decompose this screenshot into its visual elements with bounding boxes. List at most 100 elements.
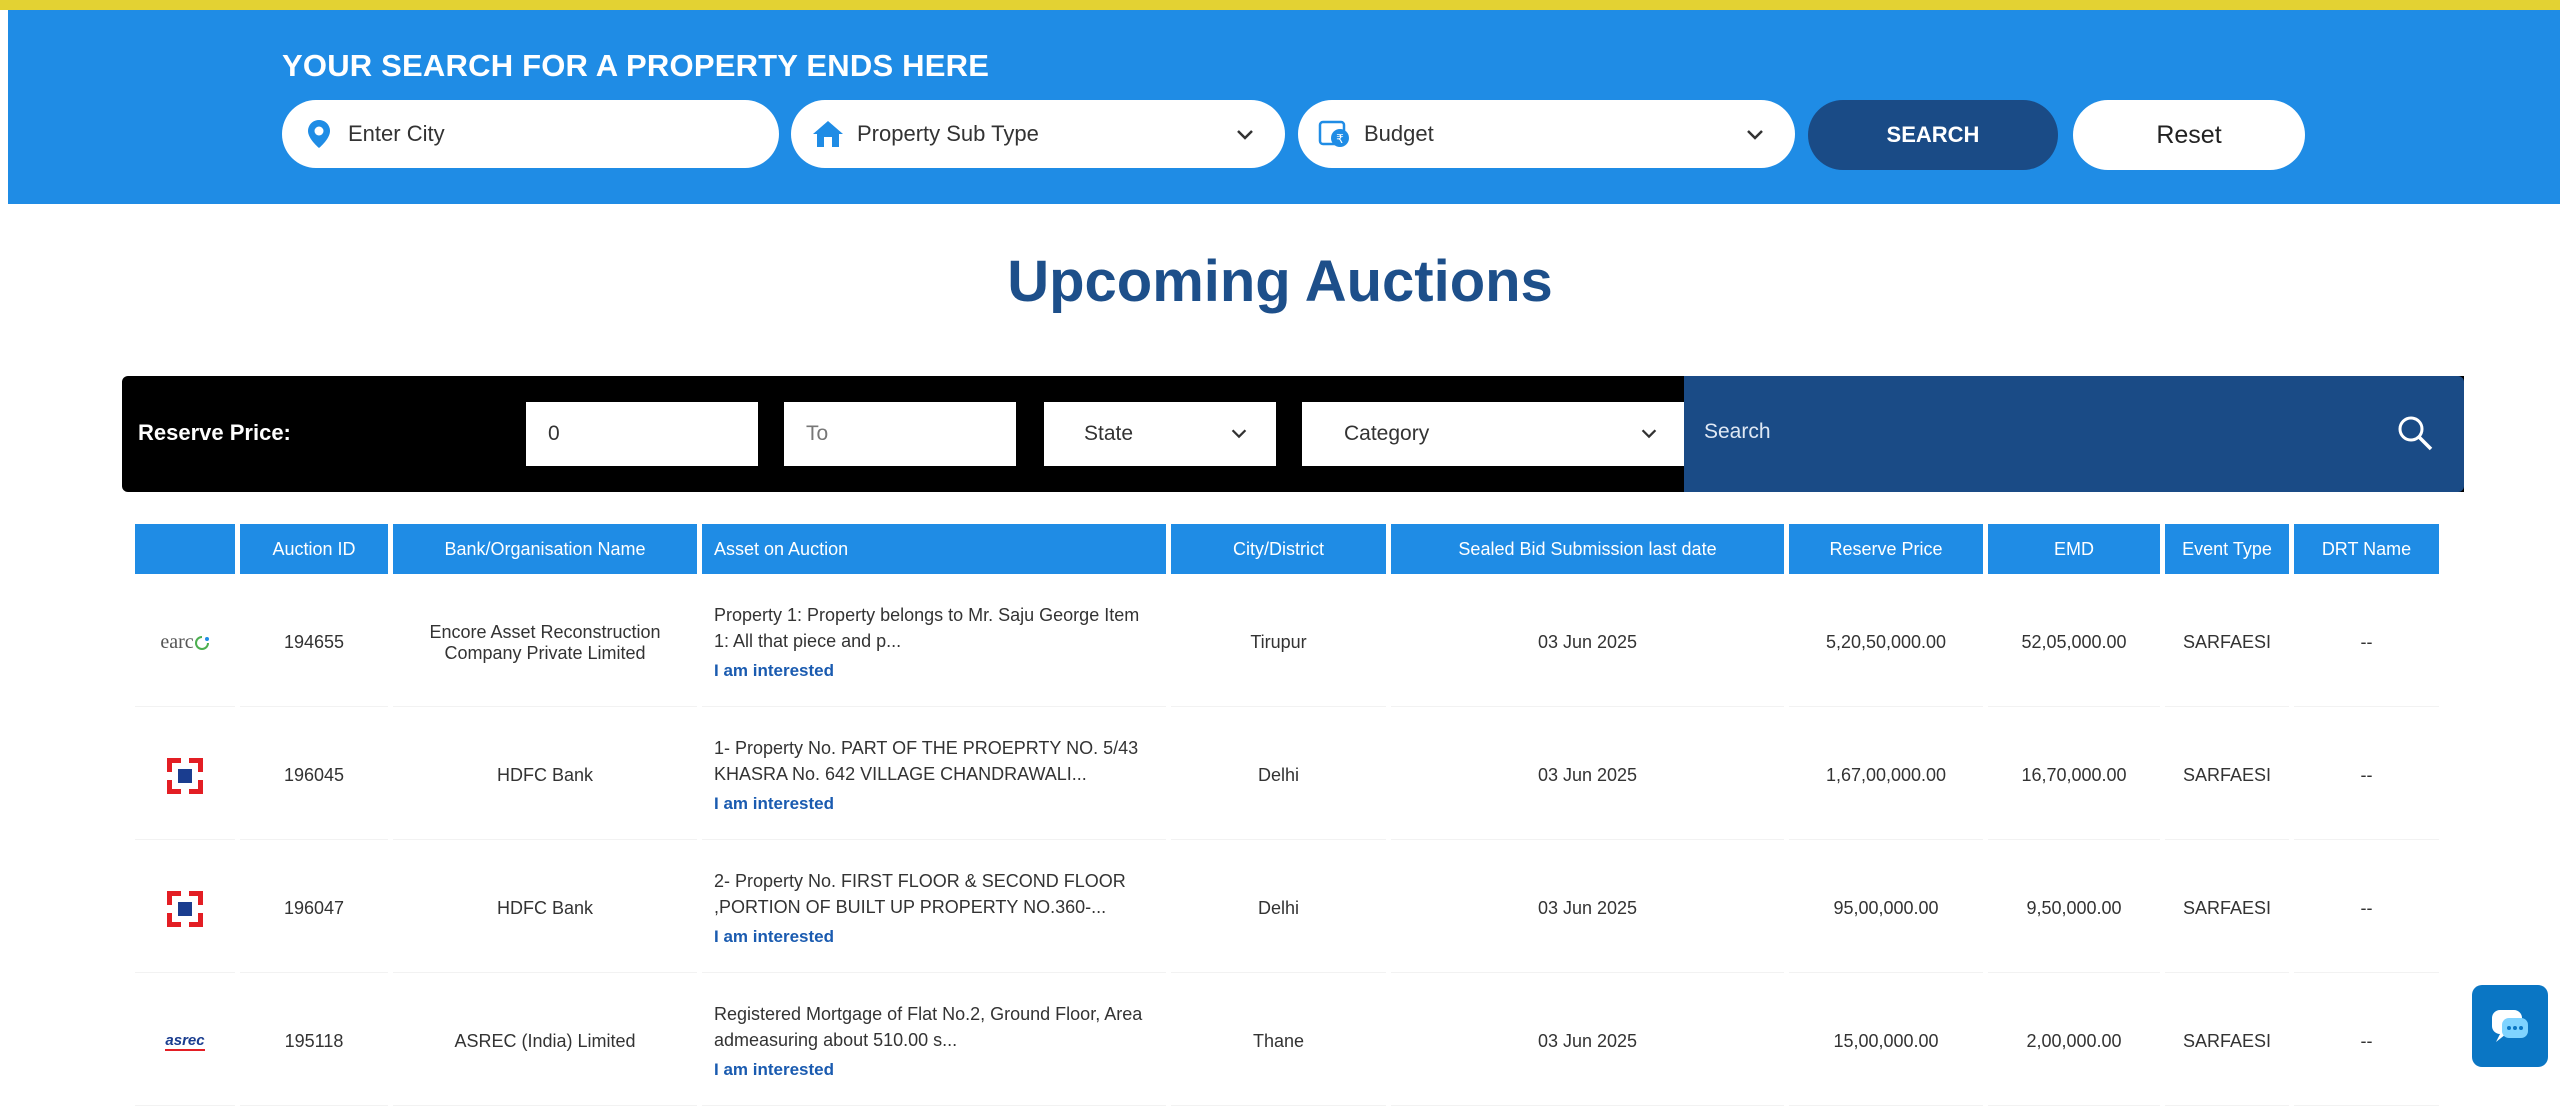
reserve-max-placeholder: To bbox=[806, 422, 829, 445]
bank-name: ASREC (India) Limited bbox=[393, 978, 697, 1106]
table-row[interactable]: 196047 HDFC Bank 2- Property No. FIRST F… bbox=[135, 845, 2439, 973]
reserve-price: 15,00,000.00 bbox=[1789, 978, 1983, 1106]
top-accent-line bbox=[0, 0, 2560, 10]
emd: 2,00,000.00 bbox=[1988, 978, 2160, 1106]
event-type: SARFAESI bbox=[2165, 845, 2289, 973]
hero-title: YOUR SEARCH FOR A PROPERTY ENDS HERE bbox=[282, 48, 990, 83]
auctions-table: Auction ID Bank/Organisation Name Asset … bbox=[130, 519, 2444, 1111]
asset-description: 1- Property No. PART OF THE PROEPRTY NO.… bbox=[714, 737, 1139, 784]
chevron-down-icon bbox=[1231, 429, 1247, 439]
city-placeholder: Enter City bbox=[348, 121, 445, 146]
asset-cell: Registered Mortgage of Flat No.2, Ground… bbox=[702, 978, 1166, 1106]
search-button[interactable]: SEARCH bbox=[1808, 100, 2058, 170]
auction-id: 194655 bbox=[240, 579, 388, 707]
auction-id: 195118 bbox=[240, 978, 388, 1106]
column-header-city: City/District bbox=[1171, 524, 1386, 574]
bid-date: 03 Jun 2025 bbox=[1391, 579, 1784, 707]
state-label: State bbox=[1084, 422, 1134, 445]
location-pin-icon bbox=[302, 117, 336, 151]
asset-description: 2- Property No. FIRST FLOOR & SECOND FLO… bbox=[714, 870, 1126, 917]
interested-link[interactable]: I am interested bbox=[714, 1057, 1154, 1083]
emd: 9,50,000.00 bbox=[1988, 845, 2160, 973]
emd: 52,05,000.00 bbox=[1988, 579, 2160, 707]
bank-name: HDFC Bank bbox=[393, 712, 697, 840]
category-label: Category bbox=[1344, 422, 1430, 445]
property-subtype-select[interactable]: Property Sub Type bbox=[791, 100, 1285, 168]
reserve-min-input[interactable]: 0 bbox=[526, 402, 758, 466]
reserve-max-input[interactable]: To bbox=[784, 402, 1016, 466]
category-select[interactable]: Category bbox=[1302, 402, 1686, 466]
bank-name: HDFC Bank bbox=[393, 845, 697, 973]
city-input[interactable]: Enter City bbox=[282, 100, 779, 168]
table-row[interactable]: 196045 HDFC Bank 1- Property No. PART OF… bbox=[135, 712, 2439, 840]
city: Tirupur bbox=[1171, 579, 1386, 707]
asset-description: Registered Mortgage of Flat No.2, Ground… bbox=[714, 1003, 1143, 1050]
table-row[interactable]: earc 194655 Encore Asset Reconstruction … bbox=[135, 579, 2439, 707]
column-header-bid-date: Sealed Bid Submission last date bbox=[1391, 524, 1784, 574]
search-icon[interactable] bbox=[2396, 414, 2434, 452]
column-header-reserve-price: Reserve Price bbox=[1789, 524, 1983, 574]
city: Thane bbox=[1171, 978, 1386, 1106]
hdfc-logo bbox=[145, 756, 225, 796]
bank-logo-cell bbox=[135, 712, 235, 840]
chat-button[interactable] bbox=[2472, 985, 2548, 1067]
bank-name: Encore Asset Reconstruction Company Priv… bbox=[393, 579, 697, 707]
emd: 16,70,000.00 bbox=[1988, 712, 2160, 840]
page-heading: Upcoming Auctions bbox=[1007, 249, 1553, 314]
reserve-price: 5,20,50,000.00 bbox=[1789, 579, 1983, 707]
column-header-event-type: Event Type bbox=[2165, 524, 2289, 574]
reserve-price: 95,00,000.00 bbox=[1789, 845, 1983, 973]
auction-id: 196045 bbox=[240, 712, 388, 840]
bank-logo-cell: asrec bbox=[135, 978, 235, 1106]
bank-logo-cell: earc bbox=[135, 579, 235, 707]
event-type: SARFAESI bbox=[2165, 579, 2289, 707]
chevron-down-icon bbox=[1641, 429, 1657, 439]
asset-description: Property 1: Property belongs to Mr. Saju… bbox=[714, 604, 1140, 651]
chat-bubble-icon bbox=[2492, 1010, 2528, 1042]
keyword-search-input[interactable]: Search bbox=[1684, 376, 2464, 492]
budget-label: Budget bbox=[1364, 121, 1434, 146]
column-header-emd: EMD bbox=[1988, 524, 2160, 574]
city: Delhi bbox=[1171, 845, 1386, 973]
event-type: SARFAESI bbox=[2165, 978, 2289, 1106]
column-header-logo bbox=[135, 524, 235, 574]
earc-logo: earc bbox=[145, 631, 225, 654]
budget-icon: ₹ bbox=[1318, 117, 1352, 151]
reserve-price: 1,67,00,000.00 bbox=[1789, 712, 1983, 840]
asset-cell: 2- Property No. FIRST FLOOR & SECOND FLO… bbox=[702, 845, 1166, 973]
city: Delhi bbox=[1171, 712, 1386, 840]
column-header-bank: Bank/Organisation Name bbox=[393, 524, 697, 574]
asset-cell: 1- Property No. PART OF THE PROEPRTY NO.… bbox=[702, 712, 1166, 840]
drt-name: -- bbox=[2294, 712, 2439, 840]
search-placeholder: Search bbox=[1704, 420, 1771, 443]
drt-name: -- bbox=[2294, 579, 2439, 707]
reset-button[interactable]: Reset bbox=[2073, 100, 2305, 170]
budget-select[interactable]: ₹ Budget bbox=[1298, 100, 1795, 168]
chevron-down-icon bbox=[1237, 130, 1253, 140]
table-row[interactable]: asrec 195118 ASREC (India) Limited Regis… bbox=[135, 978, 2439, 1106]
svg-text:₹: ₹ bbox=[1336, 132, 1344, 146]
reserve-price-label: Reserve Price: bbox=[138, 420, 291, 445]
hdfc-logo bbox=[145, 889, 225, 929]
asset-cell: Property 1: Property belongs to Mr. Saju… bbox=[702, 579, 1166, 707]
table-header-row: Auction ID Bank/Organisation Name Asset … bbox=[135, 524, 2439, 574]
interested-link[interactable]: I am interested bbox=[714, 658, 1154, 684]
auction-id: 196047 bbox=[240, 845, 388, 973]
interested-link[interactable]: I am interested bbox=[714, 791, 1154, 817]
drt-name: -- bbox=[2294, 978, 2439, 1106]
column-header-asset: Asset on Auction bbox=[702, 524, 1166, 574]
column-header-drt-name: DRT Name bbox=[2294, 524, 2439, 574]
column-header-auction-id: Auction ID bbox=[240, 524, 388, 574]
event-type: SARFAESI bbox=[2165, 712, 2289, 840]
bid-date: 03 Jun 2025 bbox=[1391, 978, 1784, 1106]
property-subtype-label: Property Sub Type bbox=[857, 121, 1039, 146]
chevron-down-icon bbox=[1747, 130, 1763, 140]
house-icon bbox=[811, 117, 845, 151]
reserve-min-value: 0 bbox=[548, 422, 560, 445]
state-select[interactable]: State bbox=[1044, 402, 1276, 466]
bid-date: 03 Jun 2025 bbox=[1391, 845, 1784, 973]
drt-name: -- bbox=[2294, 845, 2439, 973]
asrec-logo: asrec bbox=[165, 1032, 205, 1051]
interested-link[interactable]: I am interested bbox=[714, 924, 1154, 950]
bid-date: 03 Jun 2025 bbox=[1391, 712, 1784, 840]
